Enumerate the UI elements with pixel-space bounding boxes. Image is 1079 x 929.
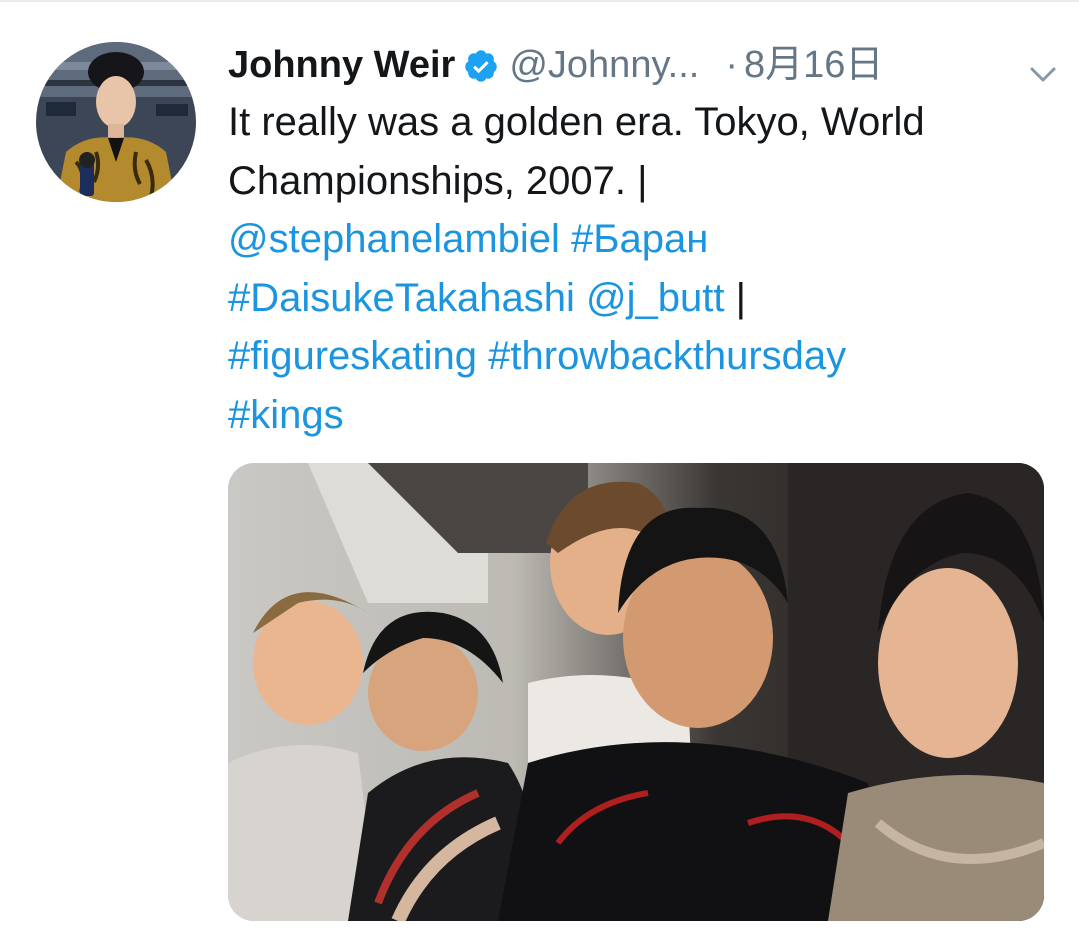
avatar-image (36, 42, 196, 202)
tweet-text-line: #DaisukeTakahashi @j_butt | (228, 269, 1048, 328)
mention-link[interactable]: @j_butt (586, 276, 724, 320)
tweet-text-segment (477, 334, 488, 378)
user-handle[interactable]: @Johnny... (509, 40, 699, 90)
tweet-text-segment: Championships, 2007. | (228, 158, 648, 203)
tweet-text-line: Championships, 2007. | (228, 152, 1048, 211)
hashtag-link[interactable]: #throwbackthursday (488, 334, 846, 378)
hashtag-link[interactable]: #figureskating (228, 334, 477, 378)
tweet-photo[interactable] (228, 463, 1044, 921)
verified-badge-icon (463, 47, 499, 83)
hashtag-link[interactable]: #Баран (571, 217, 708, 261)
mention-link[interactable]: @stephanelambiel (228, 217, 560, 261)
tweet-text-segment (575, 276, 586, 320)
tweet-text: It really was a golden era. Tokyo, World… (228, 93, 1048, 444)
hashtag-link[interactable]: #DaisukeTakahashi (228, 276, 575, 320)
display-name[interactable]: Johnny Weir (228, 40, 455, 90)
tweet-photo-image (228, 463, 1044, 921)
hashtag-link[interactable]: #kings (228, 393, 344, 437)
avatar[interactable] (36, 42, 196, 202)
tweet-text-line: #figureskating #throwbackthursday (228, 327, 1048, 386)
tweet-text-segment: | (724, 275, 746, 320)
tweet-text-line: #kings (228, 386, 1048, 445)
chevron-down-icon[interactable] (1028, 52, 1058, 82)
tweet-text-segment (560, 217, 571, 261)
separator-dot: · (725, 44, 738, 86)
top-divider (0, 0, 1079, 2)
tweet-text-line: @stephanelambiel #Баран (228, 210, 1048, 269)
tweet-date[interactable]: 8月16日 (744, 40, 883, 90)
tweet-header: Johnny Weir @Johnny... · 8月16日 (228, 40, 1058, 90)
tweet-text-line: It really was a golden era. Tokyo, World (228, 93, 1048, 152)
tweet-text-segment: It really was a golden era. Tokyo, World (228, 100, 925, 144)
